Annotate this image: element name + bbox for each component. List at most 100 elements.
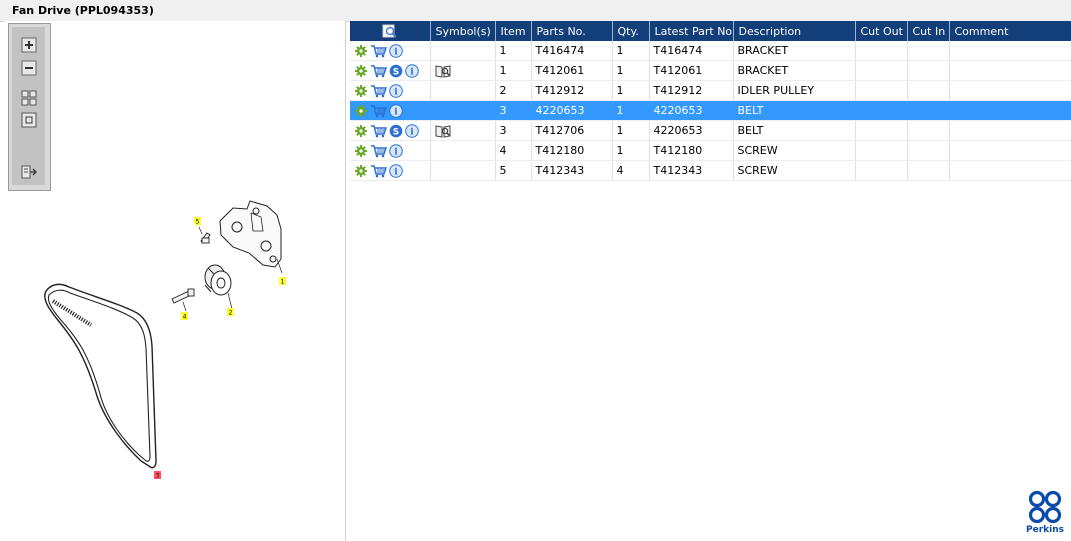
settings-gear-icon[interactable] <box>354 64 368 78</box>
callout-3[interactable]: 3 <box>154 471 161 480</box>
table-row[interactable]: i 5 T412343 4 T412343 SCREW <box>350 160 1071 181</box>
settings-gear-icon[interactable] <box>354 164 368 178</box>
fit-all-button[interactable] <box>21 90 37 106</box>
row-action-icons: i <box>354 101 429 120</box>
cell-symbols <box>430 60 496 81</box>
table-row[interactable]: i 2 T412912 1 T412912 IDLER PULLEY <box>350 80 1071 101</box>
cell-comment <box>949 140 1071 161</box>
cell-cut-out <box>855 80 908 101</box>
table-header: Symbol(s) Item Parts No. Qty. Latest Par… <box>350 21 1071 41</box>
info-icon[interactable]: i <box>405 123 419 138</box>
svg-text:i: i <box>394 107 398 117</box>
cell-parts-no: T412706 <box>531 120 613 141</box>
cell-cut-out <box>855 60 908 81</box>
row-action-icons: Si <box>354 61 429 80</box>
actual-size-button[interactable] <box>21 112 37 128</box>
settings-gear-icon[interactable] <box>354 124 368 138</box>
diagram-pane[interactable]: 5 1 4 2 3 <box>5 21 346 541</box>
column-header-item[interactable]: Item <box>495 21 532 41</box>
reference-book-icon[interactable] <box>435 64 451 78</box>
callout-3-label: 3 <box>156 473 160 480</box>
add-to-cart-icon[interactable] <box>370 144 387 158</box>
table-row[interactable]: i 3 4220653 1 4220653 BELT <box>350 100 1071 121</box>
settings-gear-icon[interactable] <box>354 144 368 158</box>
info-icon[interactable]: i <box>389 143 403 158</box>
info-icon[interactable]: i <box>389 43 403 58</box>
callout-1[interactable]: 1 <box>279 277 286 286</box>
column-header-cut-in[interactable]: Cut In <box>907 21 950 41</box>
cell-latest-part-no: T412061 <box>649 60 734 81</box>
belt-illustration <box>44 283 157 469</box>
svg-text:S: S <box>393 67 399 77</box>
settings-gear-icon[interactable] <box>354 84 368 98</box>
perkins-logo: Perkins <box>1025 490 1065 538</box>
row-action-icons: Si <box>354 121 429 140</box>
svg-text:i: i <box>410 67 414 77</box>
add-to-cart-icon[interactable] <box>370 84 387 98</box>
column-header-parts-no[interactable]: Parts No. <box>531 21 613 41</box>
svg-text:i: i <box>410 127 414 137</box>
callout-2[interactable]: 2 <box>227 308 234 317</box>
callout-5[interactable]: 5 <box>194 217 201 226</box>
settings-gear-icon[interactable] <box>354 104 368 118</box>
cell-symbols <box>430 41 496 61</box>
cell-symbols <box>430 160 496 181</box>
parts-table: Symbol(s) Item Parts No. Qty. Latest Par… <box>350 21 1071 181</box>
column-header-description[interactable]: Description <box>733 21 856 41</box>
exploded-diagram: 5 1 4 2 3 <box>44 200 286 480</box>
cell-qty: 1 <box>612 80 650 101</box>
add-to-cart-icon[interactable] <box>370 44 387 58</box>
zoom-in-button[interactable] <box>21 37 37 53</box>
reference-book-icon[interactable] <box>435 124 451 138</box>
column-header-latest-part-no[interactable]: Latest Part No. <box>649 21 734 41</box>
add-to-cart-icon[interactable] <box>370 104 387 118</box>
zoom-out-button[interactable] <box>21 60 37 76</box>
table-row[interactable]: Si 1 T412061 1 T412061 BRACKET <box>350 60 1071 81</box>
info-icon[interactable]: i <box>389 163 403 178</box>
table-row[interactable]: Si 3 T412706 1 4220653 BELT <box>350 120 1071 141</box>
supersession-icon[interactable]: S <box>389 64 403 78</box>
cell-actions: Si <box>350 120 431 141</box>
supersession-icon[interactable]: S <box>389 124 403 138</box>
table-row[interactable]: i 4 T412180 1 T412180 SCREW <box>350 140 1071 161</box>
column-header-comment[interactable]: Comment <box>949 21 1071 41</box>
cell-symbols <box>430 120 496 141</box>
callout-4[interactable]: 4 <box>181 312 188 321</box>
cell-comment <box>949 160 1071 181</box>
column-header-actions[interactable] <box>350 21 431 41</box>
add-to-cart-icon[interactable] <box>370 164 387 178</box>
svg-text:S: S <box>393 127 399 137</box>
cell-latest-part-no: 4220653 <box>649 100 734 121</box>
column-header-qty[interactable]: Qty. <box>612 21 650 41</box>
column-header-symbols[interactable]: Symbol(s) <box>430 21 496 41</box>
column-header-cut-out[interactable]: Cut Out <box>855 21 908 41</box>
cell-description: BELT <box>733 100 856 121</box>
svg-text:i: i <box>394 167 398 177</box>
info-icon[interactable]: i <box>389 83 403 98</box>
parts-list-pane: Symbol(s) Item Parts No. Qty. Latest Par… <box>350 21 1071 541</box>
info-icon[interactable]: i <box>389 103 403 118</box>
add-to-cart-icon[interactable] <box>370 124 387 138</box>
cell-comment <box>949 100 1071 121</box>
cell-symbols <box>430 100 496 121</box>
cell-actions: i <box>350 100 431 121</box>
window-title: Fan Drive (PPL094353) <box>12 4 154 17</box>
cell-parts-no: T412061 <box>531 60 613 81</box>
cell-comment <box>949 120 1071 141</box>
row-symbol-icons <box>435 121 495 140</box>
row-action-icons: i <box>354 161 429 180</box>
cell-latest-part-no: T412343 <box>649 160 734 181</box>
row-symbol-icons <box>435 61 495 80</box>
cell-parts-no: T412180 <box>531 140 613 161</box>
add-to-cart-icon[interactable] <box>370 64 387 78</box>
settings-gear-icon[interactable] <box>354 44 368 58</box>
cell-cut-in <box>907 140 950 161</box>
cell-cut-in <box>907 60 950 81</box>
cell-parts-no: T412343 <box>531 160 613 181</box>
export-icon <box>21 165 37 179</box>
cell-item: 1 <box>495 41 532 61</box>
info-icon[interactable]: i <box>405 63 419 78</box>
cell-item: 3 <box>495 120 532 141</box>
export-button[interactable] <box>21 164 37 180</box>
table-row[interactable]: i 1 T416474 1 T416474 BRACKET <box>350 41 1071 61</box>
